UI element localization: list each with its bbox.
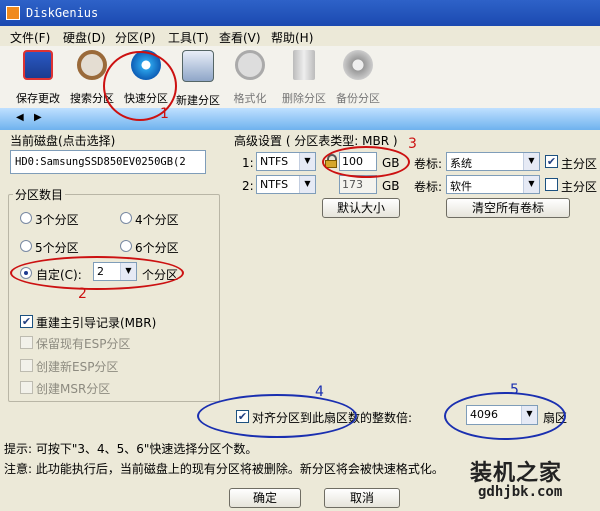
annotation-number-3: 3 xyxy=(408,136,417,152)
ok-button[interactable]: 确定 xyxy=(229,488,301,508)
partition-2-primary-label: 主分区 xyxy=(561,180,598,194)
partition-1-unit: GB xyxy=(382,156,400,170)
current-disk-label: 当前磁盘(点击选择) xyxy=(10,134,116,148)
radio-3-label: 3个分区 xyxy=(35,213,79,227)
annotation-number-2: 2 xyxy=(78,286,87,302)
cancel-button[interactable]: 取消 xyxy=(324,488,400,508)
chevron-down-icon: ▼ xyxy=(299,176,315,193)
radio-3-partitions[interactable] xyxy=(20,212,32,224)
advanced-settings-title: 高级设置 ( 分区表类型: MBR ) xyxy=(234,134,398,148)
lock-icon[interactable] xyxy=(325,154,337,168)
partition-count-title: 分区数目 xyxy=(13,186,66,203)
partition-2-fs-select[interactable]: NTFS ▼ xyxy=(256,175,316,194)
rebuild-mbr-checkbox[interactable]: ✔ xyxy=(20,315,33,328)
back-arrow-icon[interactable]: ◀ xyxy=(16,112,24,123)
watermark-url: gdhjbk.com xyxy=(478,484,563,500)
partition-2-volume-label-caption: 卷标: xyxy=(414,180,443,194)
clear-all-labels-button[interactable]: 清空所有卷标 xyxy=(446,198,570,218)
chevron-down-icon: ▼ xyxy=(120,263,136,280)
menu-bar: 文件(F) 硬盘(D) 分区(P) 工具(T) 查看(V) 帮助(H) xyxy=(0,26,600,46)
nav-arrows: ◀ ▶ xyxy=(0,112,60,126)
annotation-number-5: 5 xyxy=(510,382,519,398)
partition-2-unit: GB xyxy=(382,179,400,193)
align-partitions-label: 对齐分区到此扇区数的整数倍: xyxy=(252,411,413,425)
warning-text: 注意: 此功能执行后，当前磁盘上的现有分区将被删除。新分区将会被快速格式化。 xyxy=(4,462,444,476)
partition-2-primary-checkbox[interactable] xyxy=(545,178,558,191)
window-title: DiskGenius xyxy=(26,6,99,20)
custom-suffix: 个分区 xyxy=(142,268,179,282)
partition-1-fs-select[interactable]: NTFS ▼ xyxy=(256,152,316,171)
radio-5-label: 5个分区 xyxy=(35,241,79,255)
custom-label: 自定(C): xyxy=(36,268,82,282)
radio-6-partitions[interactable] xyxy=(120,240,132,252)
menu-disk[interactable]: 硬盘(D) xyxy=(63,29,106,46)
quick-partition-icon xyxy=(131,50,161,80)
partition-1-primary-label: 主分区 xyxy=(561,157,598,171)
menu-partition[interactable]: 分区(P) xyxy=(115,29,156,46)
align-unit: 扇区 xyxy=(543,411,568,425)
align-sectors-select[interactable]: 4096 ▼ xyxy=(466,405,538,425)
backup-partition-button[interactable]: 备份分区 xyxy=(330,50,386,106)
partition-1-volume-label-caption: 卷标: xyxy=(414,157,443,171)
create-esp-label: 创建新ESP分区 xyxy=(36,360,119,374)
toolbar: 保存更改 搜索分区 快速分区 新建分区 格式化 删除分区 备份分区 xyxy=(0,46,600,109)
search-partition-button[interactable]: 搜索分区 xyxy=(64,50,120,106)
quick-partition-button[interactable]: 快速分区 xyxy=(118,50,174,106)
chevron-down-icon: ▼ xyxy=(521,406,537,424)
create-esp-checkbox[interactable] xyxy=(20,359,33,372)
partition-2-index: 2: xyxy=(242,179,254,193)
magnifier-icon xyxy=(77,50,107,80)
backup-icon xyxy=(343,50,373,80)
delete-partition-button[interactable]: 删除分区 xyxy=(276,50,332,106)
format-icon xyxy=(235,50,265,80)
partition-2-size-input[interactable]: 173 xyxy=(339,175,377,194)
save-changes-button[interactable]: 保存更改 xyxy=(10,50,66,106)
trash-icon xyxy=(293,50,315,80)
partition-1-index: 1: xyxy=(242,156,254,170)
quick-partition-dialog: 当前磁盘(点击选择) HD0:SamsungSSD850EV0250GB(2 分… xyxy=(0,130,600,511)
keep-esp-label: 保留现有ESP分区 xyxy=(36,337,131,351)
radio-5-partitions[interactable] xyxy=(20,240,32,252)
keep-esp-checkbox[interactable] xyxy=(20,336,33,349)
rebuild-mbr-label: 重建主引导记录(MBR) xyxy=(36,316,157,330)
radio-6-label: 6个分区 xyxy=(135,241,179,255)
chevron-down-icon: ▼ xyxy=(523,176,539,193)
hint-text: 提示: 可按下"3、4、5、6"快速选择分区个数。 xyxy=(4,442,258,456)
radio-4-partitions[interactable] xyxy=(120,212,132,224)
chevron-down-icon: ▼ xyxy=(299,153,315,170)
format-button[interactable]: 格式化 xyxy=(222,50,278,106)
partition-1-primary-checkbox[interactable]: ✔ xyxy=(545,155,558,168)
partition-2-volume-select[interactable]: 软件 ▼ xyxy=(446,175,540,194)
app-icon xyxy=(6,6,20,20)
create-msr-label: 创建MSR分区 xyxy=(36,382,111,396)
save-icon xyxy=(23,50,53,80)
title-bar: DiskGenius xyxy=(0,0,600,26)
custom-count-select[interactable]: 2 ▼ xyxy=(93,262,137,281)
align-partitions-checkbox[interactable]: ✔ xyxy=(236,410,249,423)
annotation-number-4: 4 xyxy=(315,384,324,400)
menu-help[interactable]: 帮助(H) xyxy=(271,29,313,46)
chevron-down-icon: ▼ xyxy=(523,153,539,170)
menu-view[interactable]: 查看(V) xyxy=(219,29,261,46)
menu-file[interactable]: 文件(F) xyxy=(10,29,50,46)
new-partition-button[interactable]: 新建分区 xyxy=(170,50,226,108)
partition-1-size-input[interactable]: 100 xyxy=(339,152,377,171)
default-size-button[interactable]: 默认大小 xyxy=(322,198,400,218)
new-partition-icon xyxy=(182,50,214,82)
annotation-number-1: 1 xyxy=(160,106,169,122)
radio-4-label: 4个分区 xyxy=(135,213,179,227)
create-msr-checkbox[interactable] xyxy=(20,381,33,394)
radio-custom[interactable] xyxy=(20,267,32,279)
disk-map-bar xyxy=(0,108,600,131)
watermark-title: 装机之家 xyxy=(470,461,563,486)
current-disk-field[interactable]: HD0:SamsungSSD850EV0250GB(2 xyxy=(10,150,206,174)
menu-tools[interactable]: 工具(T) xyxy=(168,29,209,46)
partition-1-volume-select[interactable]: 系统 ▼ xyxy=(446,152,540,171)
forward-arrow-icon[interactable]: ▶ xyxy=(34,112,42,123)
